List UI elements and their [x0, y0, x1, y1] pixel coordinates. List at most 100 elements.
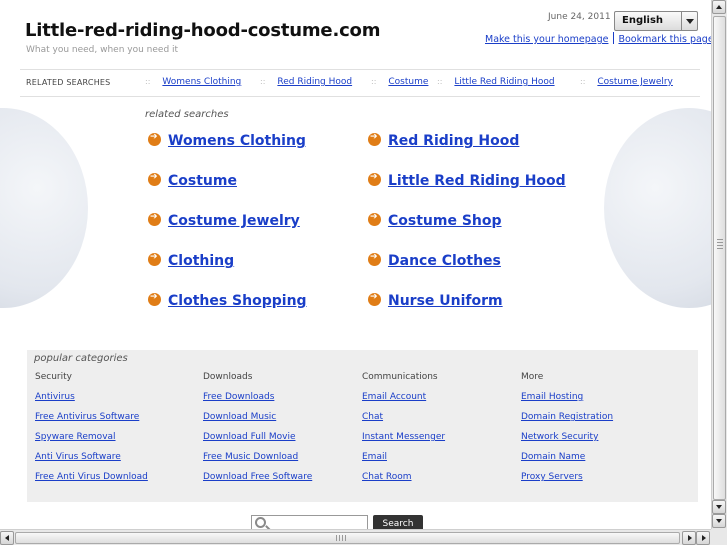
language-selected-value: English: [622, 15, 664, 26]
related-searches-heading: related searches: [145, 109, 229, 120]
category-heading: Security: [35, 372, 72, 382]
site-title: Little-red-riding-hood-costume.com: [25, 20, 381, 41]
related-bar-item: :: Little Red Riding Hood: [437, 77, 555, 87]
category-link[interactable]: Spyware Removal: [35, 432, 148, 452]
arrow-right-circle-icon: [148, 132, 161, 146]
related-search-link[interactable]: Costume Jewelry: [168, 213, 300, 229]
popular-categories-title: popular categories: [34, 353, 128, 364]
related-bar-link[interactable]: Little Red Riding Hood: [454, 77, 554, 87]
category-link[interactable]: Email: [362, 452, 445, 472]
language-select[interactable]: English: [614, 11, 698, 31]
popular-categories-panel: popular categories Security Antivirus Fr…: [27, 350, 698, 502]
category-link[interactable]: Instant Messenger: [362, 432, 445, 452]
category-heading: More: [521, 372, 544, 382]
search-input[interactable]: [251, 515, 368, 529]
related-search-item: Little Red Riding Hood: [368, 172, 566, 189]
header-links: Make this your homepage Bookmark this pag…: [485, 32, 711, 45]
horizontal-scroll-thumb[interactable]: [15, 532, 680, 544]
arrow-right-circle-icon: [368, 132, 381, 146]
category-link[interactable]: Download Full Movie: [203, 432, 312, 452]
related-search-item: Costume Shop: [368, 212, 502, 229]
related-search-item: Womens Clothing: [148, 132, 306, 149]
scroll-left-arrow-icon[interactable]: [0, 531, 14, 545]
category-link[interactable]: Free Anti Virus Download: [35, 472, 148, 492]
arrow-right-circle-icon: [368, 252, 381, 266]
category-link[interactable]: Free Music Download: [203, 452, 312, 472]
link-divider: [613, 32, 615, 44]
search-button[interactable]: Search: [373, 515, 423, 529]
arrow-right-circle-icon: [368, 292, 381, 306]
related-search-link[interactable]: Clothing: [168, 253, 234, 269]
scrollbar-corner: [711, 529, 727, 545]
related-search-item: Costume Jewelry: [148, 212, 300, 229]
related-bar-link[interactable]: Red Riding Hood: [277, 77, 352, 87]
related-search-link[interactable]: Costume: [168, 173, 237, 189]
related-search-link[interactable]: Costume Shop: [388, 213, 502, 229]
horizontal-scrollbar[interactable]: [0, 529, 711, 545]
related-bar-item: :: Womens Clothing: [145, 77, 242, 87]
category-link[interactable]: Chat: [362, 412, 445, 432]
chevron-down-icon[interactable]: [681, 12, 697, 30]
grip-icon: [336, 535, 348, 541]
category-link[interactable]: Domain Registration: [521, 412, 613, 432]
arrow-right-circle-icon: [148, 172, 161, 186]
related-search-item: Clothes Shopping: [148, 292, 307, 309]
scroll-right-arrow-icon[interactable]: [682, 531, 696, 545]
bookmark-link[interactable]: Bookmark this page: [618, 34, 711, 45]
category-link[interactable]: Antivirus: [35, 392, 148, 412]
make-homepage-link[interactable]: Make this your homepage: [485, 34, 608, 45]
category-link[interactable]: Chat Room: [362, 472, 445, 492]
arrow-right-circle-icon: [368, 172, 381, 186]
category-heading: Communications: [362, 372, 438, 382]
vertical-scroll-thumb[interactable]: [713, 16, 726, 500]
category-column-security: Security Antivirus Free Antivirus Softwa…: [35, 372, 148, 492]
category-link[interactable]: Proxy Servers: [521, 472, 613, 492]
category-link[interactable]: Free Antivirus Software: [35, 412, 148, 432]
category-link[interactable]: Network Security: [521, 432, 613, 452]
category-column-more: More Email Hosting Domain Registration N…: [521, 372, 613, 492]
related-search-item: Clothing: [148, 252, 234, 269]
magnifier-icon: [255, 517, 266, 528]
arrow-right-circle-icon: [148, 212, 161, 226]
arrow-right-circle-icon: [368, 212, 381, 226]
category-heading: Downloads: [203, 372, 253, 382]
related-bar-item: :: Red Riding Hood: [260, 77, 353, 87]
page-viewport: Little-red-riding-hood-costume.com What …: [0, 0, 711, 529]
decorative-disc-right: [604, 108, 711, 308]
related-bar-link[interactable]: Costume: [388, 77, 428, 87]
date-label: June 24, 2011: [548, 12, 611, 22]
scroll-up-arrow-icon[interactable]: [712, 0, 726, 14]
vertical-scrollbar[interactable]: [711, 0, 727, 529]
related-search-link[interactable]: Nurse Uniform: [388, 293, 503, 309]
related-search-item: Costume: [148, 172, 237, 189]
category-link[interactable]: Email Hosting: [521, 392, 613, 412]
related-bar-link[interactable]: Womens Clothing: [162, 77, 241, 87]
scroll-right-arrow-icon[interactable]: [696, 531, 710, 545]
related-search-link[interactable]: Little Red Riding Hood: [388, 173, 566, 189]
category-link[interactable]: Domain Name: [521, 452, 613, 472]
category-link[interactable]: Email Account: [362, 392, 445, 412]
related-search-link[interactable]: Clothes Shopping: [168, 293, 307, 309]
category-link[interactable]: Anti Virus Software: [35, 452, 148, 472]
category-column-downloads: Downloads Free Downloads Download Music …: [203, 372, 312, 492]
related-searches-bar: RELATED SEARCHES :: Womens Clothing :: Red…: [20, 69, 700, 97]
category-link[interactable]: Free Downloads: [203, 392, 312, 412]
related-bar-label: RELATED SEARCHES: [26, 78, 111, 87]
category-column-communications: Communications Email Account Chat Instan…: [362, 372, 445, 492]
category-link[interactable]: Download Free Software: [203, 472, 312, 492]
decorative-disc-left: [0, 108, 88, 308]
related-search-link[interactable]: Red Riding Hood: [388, 133, 519, 149]
category-link[interactable]: Download Music: [203, 412, 312, 432]
site-tagline: What you need, when you need it: [26, 45, 179, 55]
related-bar-item: :: Costume Jewelry: [580, 77, 673, 87]
related-search-item: Dance Clothes: [368, 252, 501, 269]
scroll-down-arrow-icon[interactable]: [712, 500, 726, 514]
arrow-right-circle-icon: [148, 292, 161, 306]
related-search-item: Red Riding Hood: [368, 132, 519, 149]
arrow-right-circle-icon: [148, 252, 161, 266]
related-search-link[interactable]: Dance Clothes: [388, 253, 501, 269]
related-bar-item: :: Costume: [371, 77, 429, 87]
scroll-down-arrow-icon[interactable]: [712, 514, 726, 528]
related-bar-link[interactable]: Costume Jewelry: [597, 77, 673, 87]
related-search-link[interactable]: Womens Clothing: [168, 133, 306, 149]
